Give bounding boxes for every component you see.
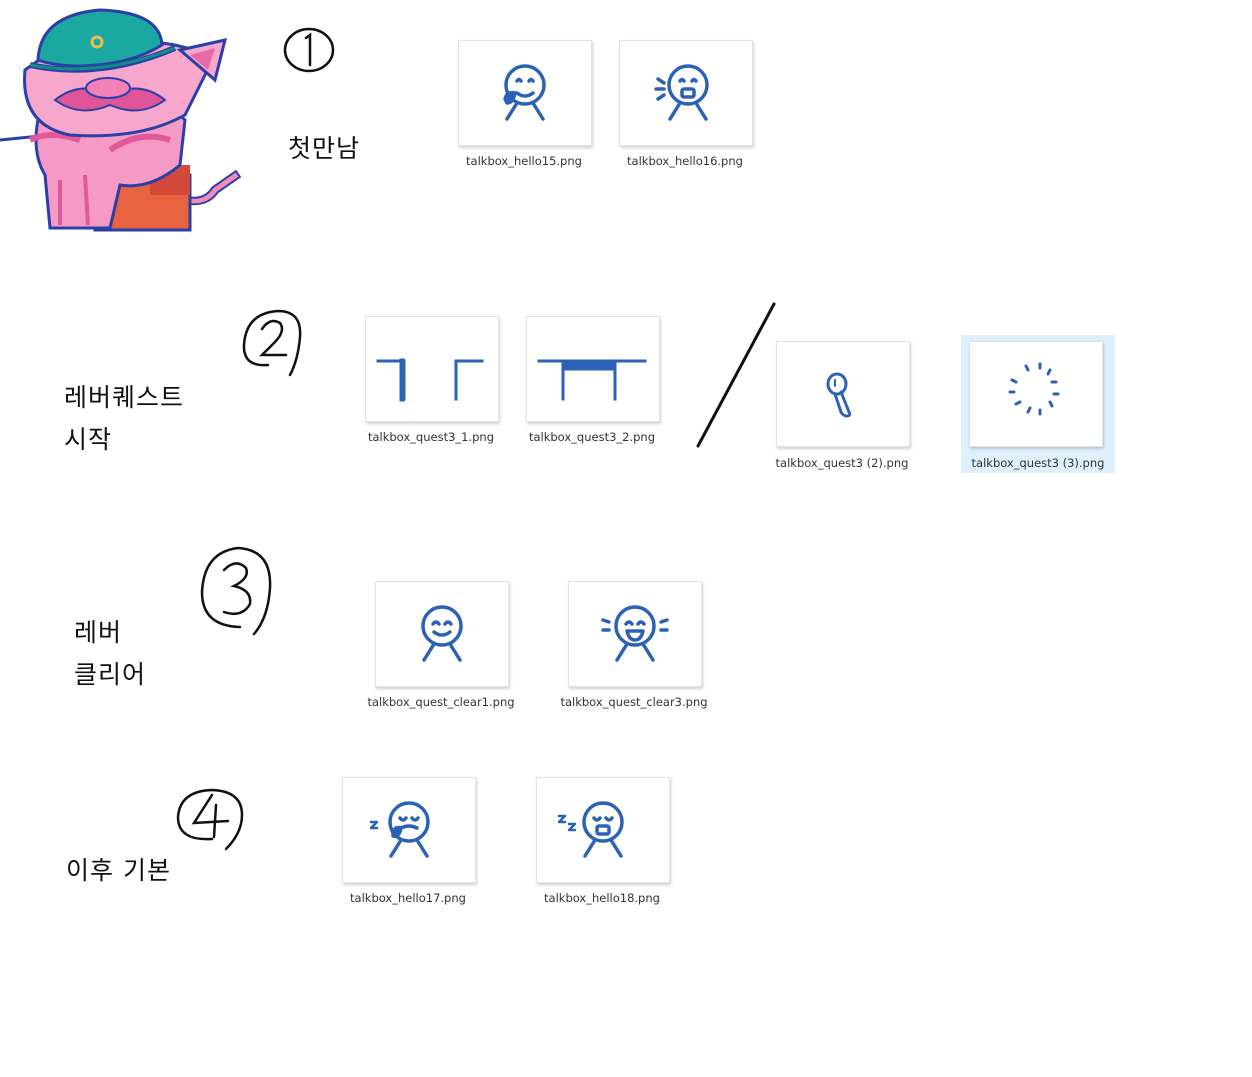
magnifier-sticker-icon — [826, 372, 852, 418]
file-name: talkbox_quest3 (2).png — [775, 456, 909, 470]
file-thumbnail[interactable] — [526, 316, 660, 422]
label-line: 첫만남 — [288, 134, 361, 163]
face-sticker-icon — [654, 64, 709, 121]
file-thumbnail[interactable] — [365, 316, 499, 422]
section-number-3 — [200, 546, 272, 636]
file-name: talkbox_quest3_1.png — [367, 430, 495, 444]
section-label-3: 레버 클리어 — [74, 612, 146, 696]
label-line: 레버 — [74, 618, 123, 647]
section-label-2: 레버퀘스트 시작 — [64, 377, 184, 461]
yawning-face-sticker-icon — [557, 801, 624, 858]
file-thumbnail[interactable] — [619, 40, 753, 146]
file-thumbnail[interactable] — [568, 581, 702, 687]
file-thumbnail[interactable] — [458, 40, 592, 146]
bracket-sticker-icon — [376, 358, 484, 402]
loading-spinner-icon — [1008, 362, 1060, 416]
section-label-1: 첫만남 — [288, 128, 360, 170]
label-line: 이후 기본 — [66, 856, 171, 885]
pig-character-icon — [0, 8, 242, 232]
file-thumbnail[interactable] — [776, 341, 910, 447]
file-name: talkbox_quest_clear3.png — [560, 695, 708, 709]
file-thumbnail[interactable] — [342, 777, 476, 883]
label-line: 클리어 — [74, 660, 147, 689]
file-name: talkbox_hello15.png — [466, 154, 582, 168]
file-name: talkbox_hello16.png — [627, 154, 743, 168]
file-name: talkbox_hello18.png — [544, 891, 660, 905]
file-name: talkbox_quest3 (3).png — [971, 456, 1105, 470]
file-thumbnail[interactable] — [536, 777, 670, 883]
bar-sticker-icon — [537, 359, 647, 401]
file-thumbnail[interactable] — [375, 581, 509, 687]
label-line: 시작 — [64, 425, 113, 454]
file-name: talkbox_quest3_2.png — [528, 430, 656, 444]
separator-slash — [696, 302, 776, 448]
section-number-1 — [283, 27, 335, 73]
smiling-face-sticker-icon — [421, 605, 463, 662]
label-line: 레버퀘스트 — [64, 383, 185, 412]
section-label-4: 이후 기본 — [66, 850, 171, 892]
happy-face-sticker-icon — [601, 605, 669, 662]
file-thumbnail-selected[interactable] — [969, 341, 1103, 447]
section-number-4 — [176, 788, 244, 851]
section-number-2 — [242, 309, 302, 377]
file-name: talkbox_quest_clear1.png — [367, 695, 515, 709]
file-name: talkbox_hello17.png — [350, 891, 466, 905]
face-sticker-icon — [503, 64, 546, 121]
sleepy-face-sticker-icon — [369, 801, 430, 858]
